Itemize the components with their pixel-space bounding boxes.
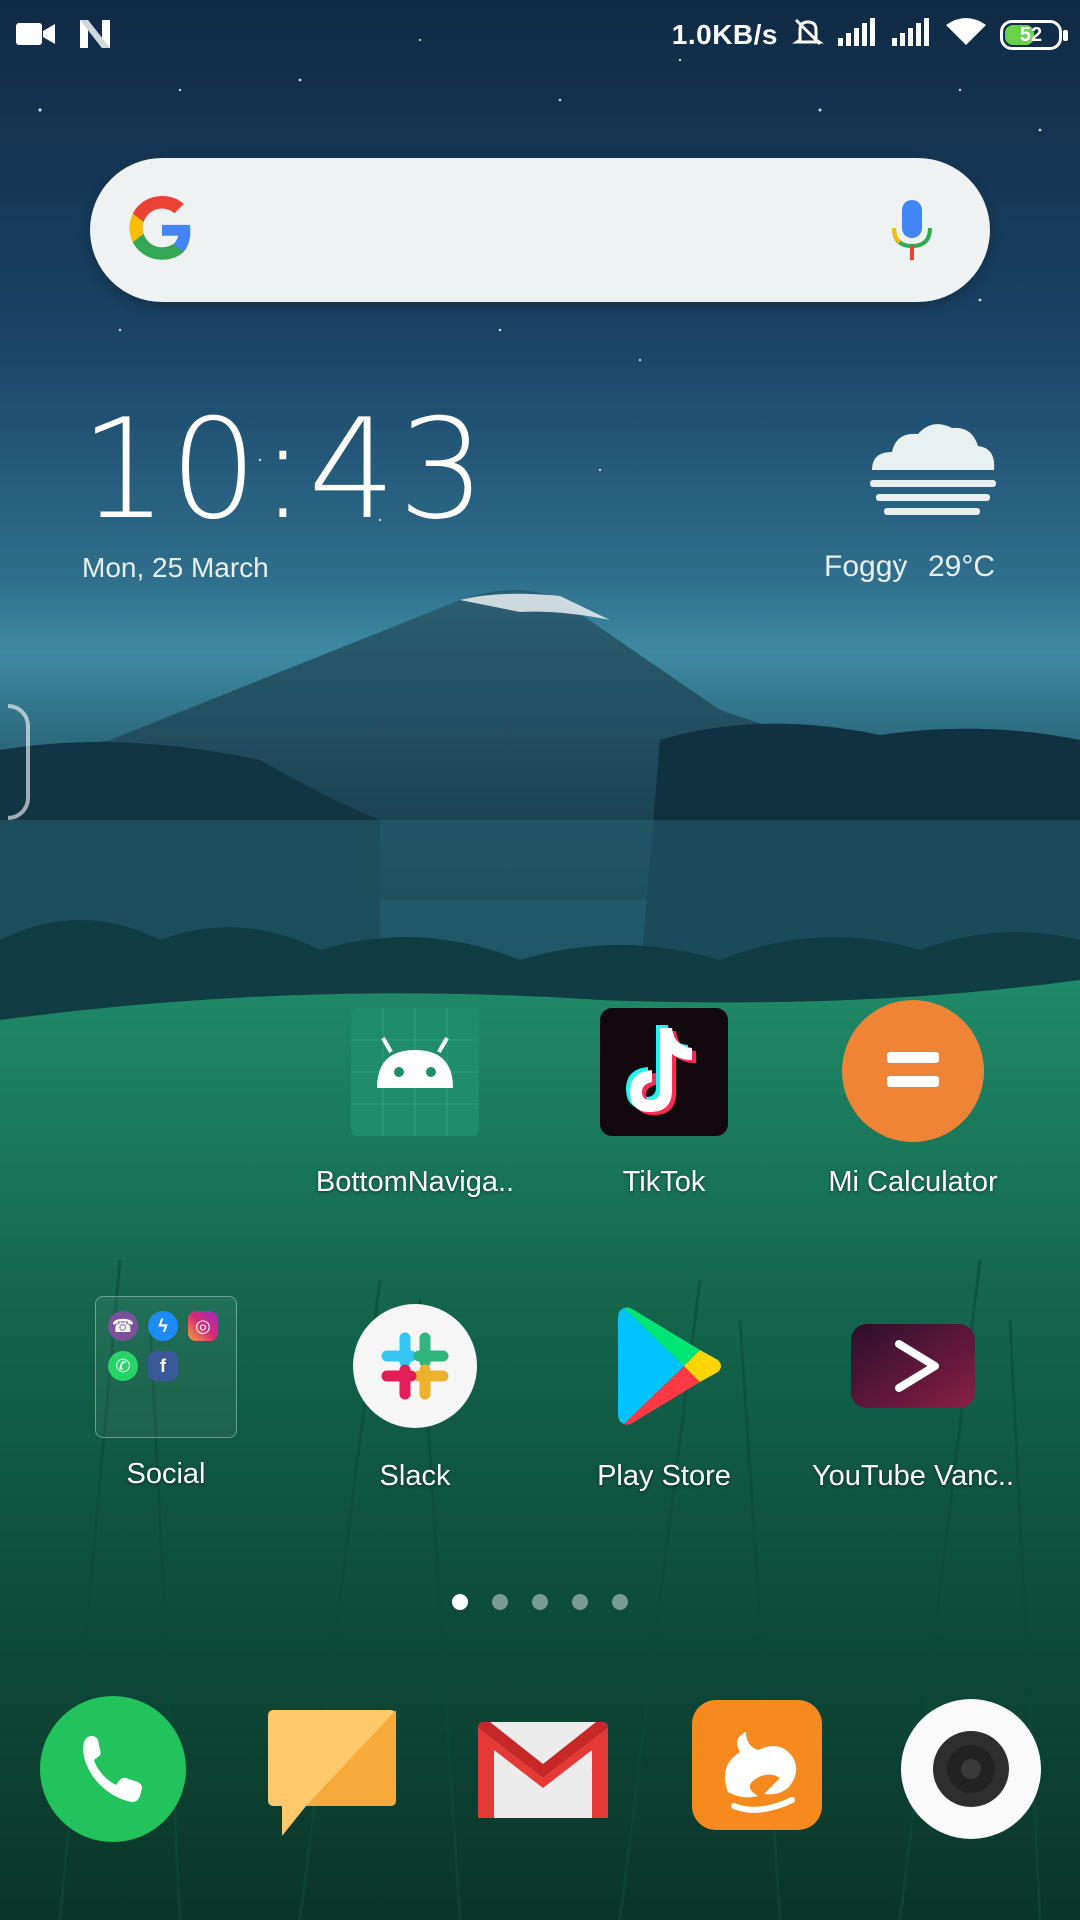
moon-icon: [518, 211, 536, 229]
app-slack[interactable]: Slack: [300, 1302, 530, 1493]
slack-icon: [351, 1302, 479, 1430]
app-label: Slack: [379, 1460, 451, 1492]
fog-cloud-icon[interactable]: [862, 418, 1000, 518]
clock-date[interactable]: Mon, 25 March: [82, 552, 269, 584]
facebook-icon: f: [148, 1351, 178, 1381]
clock-time[interactable]: 10:43: [80, 400, 488, 540]
wifi-icon: [946, 17, 986, 52]
app-label: Mi Calculator: [828, 1166, 998, 1198]
app-label: Play Store: [597, 1460, 731, 1492]
dock-messages[interactable]: [266, 1696, 412, 1842]
page-dot[interactable]: [452, 1594, 468, 1610]
dock-phone[interactable]: [40, 1696, 186, 1842]
app-youtube-vanced[interactable]: YouTube Vanc..: [798, 1302, 1028, 1493]
android-icon: [351, 1008, 479, 1136]
instagram-icon: ◎: [188, 1311, 218, 1341]
calculator-icon: [842, 1000, 984, 1142]
video-camera-icon: [16, 20, 56, 53]
folder-icon: ☎ ϟ ◎ ✆ f: [95, 1296, 237, 1438]
camera-icon: [898, 1699, 1044, 1846]
signal-icon: [892, 18, 932, 51]
page-dot[interactable]: [492, 1594, 508, 1610]
uc-browser-icon: [688, 1700, 834, 1846]
app-label: YouTube Vanc..: [811, 1460, 1015, 1492]
app-label: TikTok: [622, 1166, 706, 1198]
app-bottom-navigation[interactable]: BottomNaviga..: [300, 1008, 530, 1199]
youtube-vanced-icon: [849, 1302, 977, 1430]
dock-gmail[interactable]: [470, 1696, 616, 1842]
app-tiktok[interactable]: TikTok: [549, 1008, 779, 1199]
dock-uc-browser[interactable]: [688, 1696, 834, 1842]
app-mi-calculator[interactable]: Mi Calculator: [798, 1000, 1028, 1199]
page-dot[interactable]: [612, 1594, 628, 1610]
phone-icon: [40, 1696, 186, 1846]
weather-condition[interactable]: Foggy: [824, 550, 907, 584]
viber-icon: ☎: [108, 1311, 138, 1341]
weather-temperature[interactable]: 29°C: [928, 550, 995, 584]
messenger-icon: ϟ: [148, 1311, 178, 1341]
mic-icon[interactable]: [890, 198, 934, 264]
app-play-store[interactable]: Play Store: [549, 1302, 779, 1493]
app-folder-social[interactable]: ☎ ϟ ◎ ✆ f Social: [51, 1296, 281, 1491]
network-speed: 1.0KB/s: [671, 18, 778, 50]
battery-level: 52: [1019, 23, 1043, 46]
page-dot[interactable]: [532, 1594, 548, 1610]
edge-drawer-handle[interactable]: [8, 704, 30, 820]
page-indicator[interactable]: [452, 1594, 628, 1610]
google-search-bar[interactable]: [90, 158, 990, 302]
app-label: BottomNaviga..: [315, 1166, 515, 1198]
messages-icon: [266, 1710, 412, 1846]
n-icon: [78, 18, 112, 55]
whatsapp-icon: ✆: [108, 1351, 138, 1381]
silent-bell-icon: [792, 16, 824, 53]
status-bar: 1.0KB/s 52: [0, 0, 1080, 72]
battery-icon: 52: [1000, 19, 1068, 50]
page-dot[interactable]: [572, 1594, 588, 1610]
play-store-icon: [600, 1302, 728, 1430]
signal-icon: [838, 18, 878, 51]
tiktok-icon: [600, 1008, 728, 1136]
dock-camera[interactable]: [898, 1696, 1044, 1842]
google-g-icon: [128, 196, 196, 264]
app-label: Social: [126, 1458, 206, 1490]
gmail-icon: [470, 1722, 616, 1846]
